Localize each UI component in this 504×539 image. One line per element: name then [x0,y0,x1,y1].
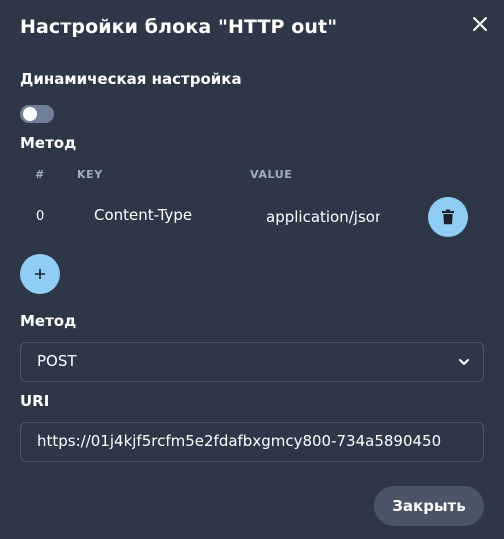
block-settings-dialog: Настройки блока "HTTP out" Динамическая … [0,0,504,539]
plus-icon [35,269,45,279]
trash-icon [442,209,454,225]
column-header-value: VALUE [250,168,293,181]
chevron-down-icon [459,359,469,365]
headers-section-label: Метод [20,134,77,152]
row-index: 0 [36,209,45,224]
header-key-input[interactable]: Content-Type [94,206,192,224]
dynamic-settings-label: Динамическая настройка [20,70,242,88]
method-label: Метод [20,312,77,330]
method-select[interactable]: POST [20,342,484,382]
delete-row-button[interactable] [428,197,468,237]
dynamic-settings-toggle[interactable] [20,105,54,123]
header-value-input[interactable]: application/json [266,204,380,230]
uri-input-value: https://01j4kjf5rcfm5e2fdafbxgmcy800-734… [37,432,442,450]
close-button[interactable]: Закрыть [374,486,484,526]
column-header-index: # [35,168,45,181]
toggle-knob [23,107,37,121]
add-row-button[interactable] [20,254,60,294]
method-select-value: POST [37,352,77,370]
uri-input[interactable]: https://01j4kjf5rcfm5e2fdafbxgmcy800-734… [20,422,484,462]
column-header-key: KEY [77,168,103,181]
dialog-title: Настройки блока "HTTP out" [20,16,338,38]
uri-label: URI [20,392,50,410]
close-icon[interactable] [468,12,492,36]
